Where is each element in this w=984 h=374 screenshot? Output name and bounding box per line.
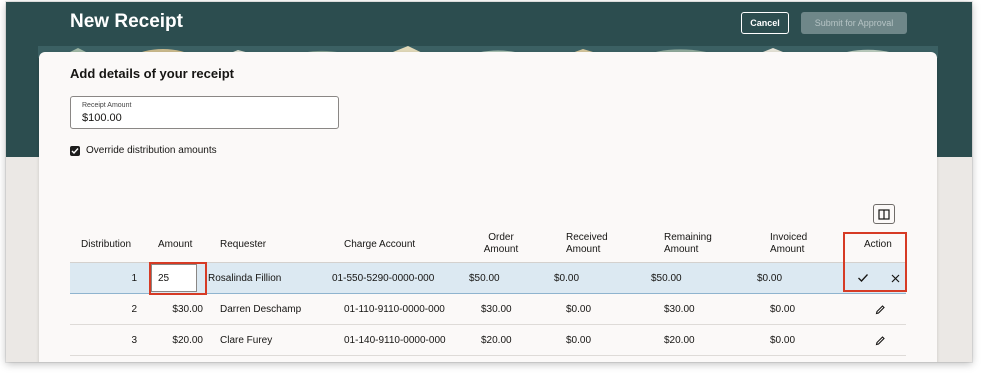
- cell-requester: Darren Deschamp: [220, 304, 302, 315]
- receipt-details-card: Add details of your receipt Receipt Amou…: [39, 52, 937, 362]
- table-row[interactable]: 1 25 Rosalinda Fillion 01-550-5290-0000-…: [70, 262, 906, 295]
- cell-distribution: 2: [131, 304, 137, 315]
- receipt-amount-label: Receipt Amount: [82, 102, 132, 109]
- cell-requester: Clare Furey: [220, 335, 273, 346]
- app-window: New Receipt Cancel Submit for Approval A…: [6, 2, 972, 362]
- close-icon[interactable]: [888, 271, 902, 285]
- header-received-amount: Received Amount: [566, 232, 608, 255]
- override-label: Override distribution amounts: [86, 145, 217, 156]
- manage-columns-button[interactable]: [873, 204, 895, 224]
- header-distribution: Distribution: [81, 239, 132, 250]
- cell-remaining-amount: $50.00: [651, 273, 682, 284]
- amount-input[interactable]: 25: [151, 264, 197, 292]
- override-distribution-row[interactable]: Override distribution amounts: [70, 145, 217, 156]
- cell-remaining-amount: $20.00: [664, 335, 695, 346]
- cell-distribution: 1: [131, 273, 137, 284]
- header-requester: Requester: [220, 239, 267, 250]
- override-checkbox[interactable]: [70, 145, 80, 156]
- cell-received-amount: $0.00: [566, 304, 592, 315]
- table-row[interactable]: 2 $30.00 Darren Deschamp 01-110-9110-000…: [70, 294, 906, 325]
- cell-invoiced-amount: $0.00: [770, 304, 796, 315]
- receipt-amount-value[interactable]: $100.00: [82, 112, 122, 124]
- cell-received-amount: $0.00: [554, 273, 580, 284]
- header-remaining-amount: Remaining Amount: [664, 232, 712, 255]
- cell-requester: Rosalinda Fillion: [208, 273, 282, 284]
- pencil-icon[interactable]: [873, 302, 887, 316]
- table-row[interactable]: 3 $20.00 Clare Furey 01-140-9110-0000-00…: [70, 325, 906, 356]
- cell-distribution: 3: [131, 335, 137, 346]
- cell-invoiced-amount: $0.00: [757, 273, 783, 284]
- cell-received-amount: $0.00: [566, 335, 592, 346]
- page-title: New Receipt: [70, 11, 183, 32]
- receipt-amount-field[interactable]: Receipt Amount $100.00: [70, 96, 339, 129]
- cell-charge-account: 01-140-9110-0000-000: [344, 335, 446, 346]
- cell-amount: $20.00: [172, 335, 203, 346]
- columns-icon: [878, 208, 890, 220]
- submit-for-approval-button[interactable]: Submit for Approval: [801, 12, 907, 34]
- check-icon[interactable]: [856, 271, 870, 285]
- cell-remaining-amount: $30.00: [664, 304, 695, 315]
- header-action: Action: [864, 239, 892, 250]
- cell-invoiced-amount: $0.00: [770, 335, 796, 346]
- cell-charge-account: 01-110-9110-0000-000: [344, 304, 445, 315]
- header-order-amount: Order Amount: [483, 232, 519, 255]
- cell-order-amount: $30.00: [481, 304, 512, 315]
- cell-charge-account: 01-550-5290-0000-000: [332, 273, 435, 284]
- cancel-button[interactable]: Cancel: [741, 12, 789, 34]
- pencil-icon[interactable]: [873, 333, 887, 347]
- section-title: Add details of your receipt: [70, 66, 234, 81]
- header-invoiced-amount: Invoiced Amount: [770, 232, 808, 255]
- cell-order-amount: $50.00: [469, 273, 500, 284]
- checkmark-icon: [71, 147, 79, 154]
- cell-order-amount: $20.00: [481, 335, 512, 346]
- header-amount: Amount: [158, 239, 193, 250]
- cell-amount: $30.00: [172, 304, 203, 315]
- header-charge-account: Charge Account: [344, 239, 416, 250]
